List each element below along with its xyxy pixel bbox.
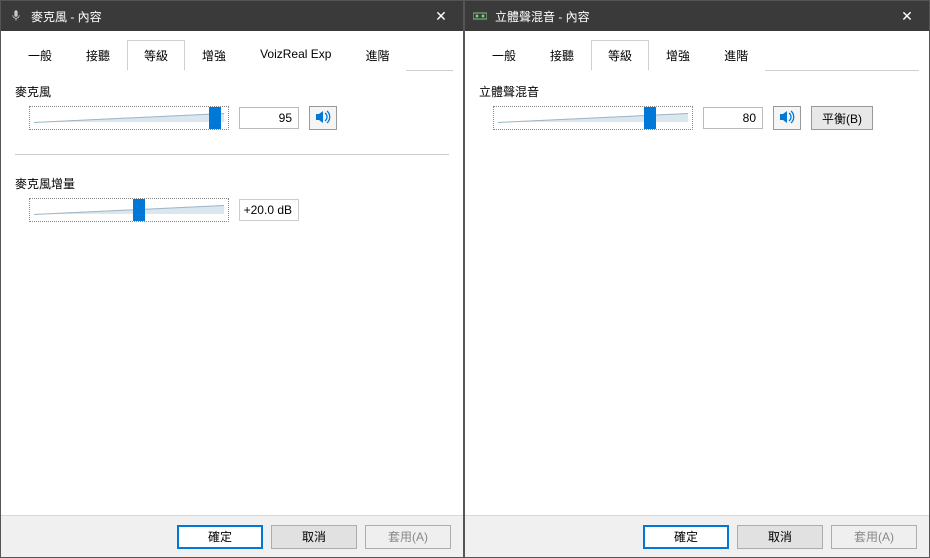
window-title: 立體聲混音 - 內容: [495, 8, 885, 25]
mic-gain-value[interactable]: +20.0 dB: [239, 199, 299, 221]
speaker-icon: [779, 110, 795, 127]
close-icon: ✕: [901, 8, 913, 25]
microphone-icon: [9, 9, 23, 23]
close-button[interactable]: ✕: [885, 1, 929, 31]
dialog-footer: 確定 取消 套用(A): [465, 515, 929, 557]
close-button[interactable]: ✕: [419, 1, 463, 31]
titlebar[interactable]: 麥克風 - 內容 ✕: [1, 1, 463, 31]
window-content: 一般 接聽 等級 增強 進階 立體聲混音 80: [465, 31, 929, 515]
mic-volume-value[interactable]: 95: [239, 107, 299, 129]
tab-enhance[interactable]: 增強: [649, 40, 707, 71]
stereo-mix-icon: [473, 9, 487, 23]
mic-volume-slider[interactable]: [29, 106, 229, 130]
tab-general[interactable]: 一般: [475, 40, 533, 71]
slider-wedge-icon: [498, 113, 688, 123]
stereo-mix-properties-window: 立體聲混音 - 內容 ✕ 一般 接聽 等級 增強 進階 立體聲混音: [464, 0, 930, 558]
stereo-mix-volume-value[interactable]: 80: [703, 107, 763, 129]
balance-button[interactable]: 平衡(B): [811, 106, 873, 130]
apply-button[interactable]: 套用(A): [365, 525, 451, 549]
cancel-button[interactable]: 取消: [271, 525, 357, 549]
stereo-mix-label: 立體聲混音: [479, 83, 919, 100]
slider-thumb[interactable]: [209, 107, 221, 129]
slider-wedge-icon: [34, 205, 224, 215]
slider-thumb[interactable]: [644, 107, 656, 129]
divider: [15, 154, 449, 155]
stereo-mix-volume-slider[interactable]: [493, 106, 693, 130]
slider-thumb[interactable]: [133, 199, 145, 221]
microphone-properties-window: 麥克風 - 內容 ✕ 一般 接聽 等級 增強 VoizReal Exp 進階 麥…: [0, 0, 464, 558]
tabs: 一般 接聽 等級 增強 VoizReal Exp 進階: [11, 39, 453, 71]
mic-mute-button[interactable]: [309, 106, 337, 130]
dialog-footer: 確定 取消 套用(A): [1, 515, 463, 557]
close-icon: ✕: [435, 8, 447, 25]
window-title: 麥克風 - 內容: [31, 8, 419, 25]
ok-button[interactable]: 確定: [643, 525, 729, 549]
mic-gain-slider[interactable]: [29, 198, 229, 222]
mic-volume-row: 95: [29, 106, 453, 130]
mic-gain-label: 麥克風增量: [15, 175, 453, 192]
tab-listen[interactable]: 接聽: [69, 40, 127, 71]
slider-wedge-icon: [34, 113, 224, 123]
tab-voizreal[interactable]: VoizReal Exp: [243, 40, 348, 71]
tab-advanced[interactable]: 進階: [348, 40, 406, 71]
tab-levels[interactable]: 等級: [127, 40, 185, 71]
apply-button[interactable]: 套用(A): [831, 525, 917, 549]
mic-gain-row: +20.0 dB: [29, 198, 453, 222]
tab-listen[interactable]: 接聽: [533, 40, 591, 71]
titlebar[interactable]: 立體聲混音 - 內容 ✕: [465, 1, 929, 31]
cancel-button[interactable]: 取消: [737, 525, 823, 549]
tab-levels[interactable]: 等級: [591, 40, 649, 71]
levels-panel: 麥克風 95 麥克風增量: [11, 83, 453, 507]
mic-label: 麥克風: [15, 83, 453, 100]
stereo-mix-volume-row: 80 平衡(B): [493, 106, 919, 130]
window-content: 一般 接聽 等級 增強 VoizReal Exp 進階 麥克風 95: [1, 31, 463, 515]
tab-general[interactable]: 一般: [11, 40, 69, 71]
tab-advanced[interactable]: 進階: [707, 40, 765, 71]
tab-enhance[interactable]: 增強: [185, 40, 243, 71]
levels-panel: 立體聲混音 80 平衡(B): [475, 83, 919, 507]
ok-button[interactable]: 確定: [177, 525, 263, 549]
tabs: 一般 接聽 等級 增強 進階: [475, 39, 919, 71]
stereo-mix-mute-button[interactable]: [773, 106, 801, 130]
speaker-icon: [315, 110, 331, 127]
